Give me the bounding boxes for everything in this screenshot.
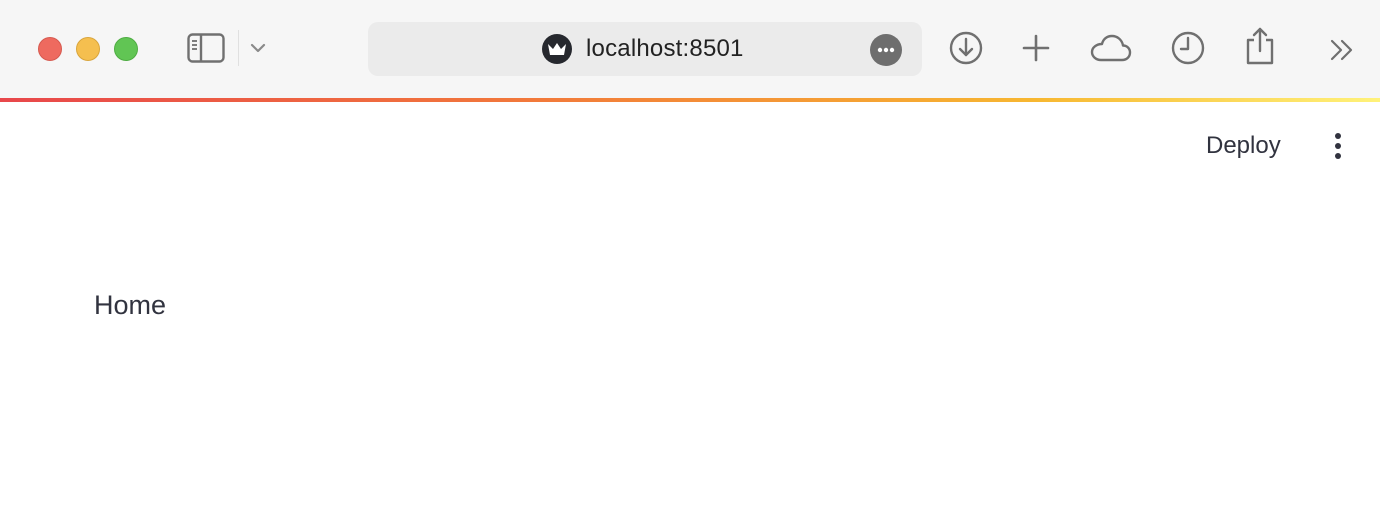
kebab-icon (1335, 133, 1341, 159)
address-bar[interactable]: localhost:8501 (368, 22, 922, 76)
double-chevron-right-icon (1330, 39, 1353, 61)
toolbar-overflow-button[interactable] (1322, 30, 1362, 70)
icloud-tabs-button[interactable] (1088, 28, 1134, 68)
clock-icon (1171, 31, 1205, 65)
downloads-button[interactable] (946, 28, 986, 68)
share-icon (1246, 27, 1274, 65)
plus-icon (1022, 34, 1050, 62)
cloud-icon (1090, 34, 1132, 62)
page-content-text: Home (94, 290, 167, 320)
window-close-button[interactable] (38, 37, 62, 61)
sidebar-icon (187, 33, 225, 63)
toolbar-divider (238, 30, 239, 66)
app-decoration-bar (0, 98, 1380, 102)
share-button[interactable] (1240, 24, 1280, 68)
window-zoom-button[interactable] (114, 37, 138, 61)
sidebar-toggle-button[interactable] (186, 31, 226, 65)
history-button[interactable] (1168, 28, 1208, 68)
window-minimize-button[interactable] (76, 37, 100, 61)
app-menu-button[interactable] (1320, 128, 1356, 164)
browser-toolbar: localhost:8501 (0, 0, 1380, 98)
streamlit-crown-icon (542, 34, 572, 64)
download-icon (949, 31, 983, 65)
new-tab-button[interactable] (1016, 28, 1056, 68)
chevron-down-icon (250, 43, 266, 53)
ellipsis-icon (877, 47, 895, 53)
tab-group-menu-button[interactable] (246, 36, 270, 60)
page-menu-button[interactable] (870, 34, 902, 66)
deploy-button[interactable]: Deploy (1194, 128, 1293, 164)
url-text: localhost:8501 (586, 35, 744, 62)
